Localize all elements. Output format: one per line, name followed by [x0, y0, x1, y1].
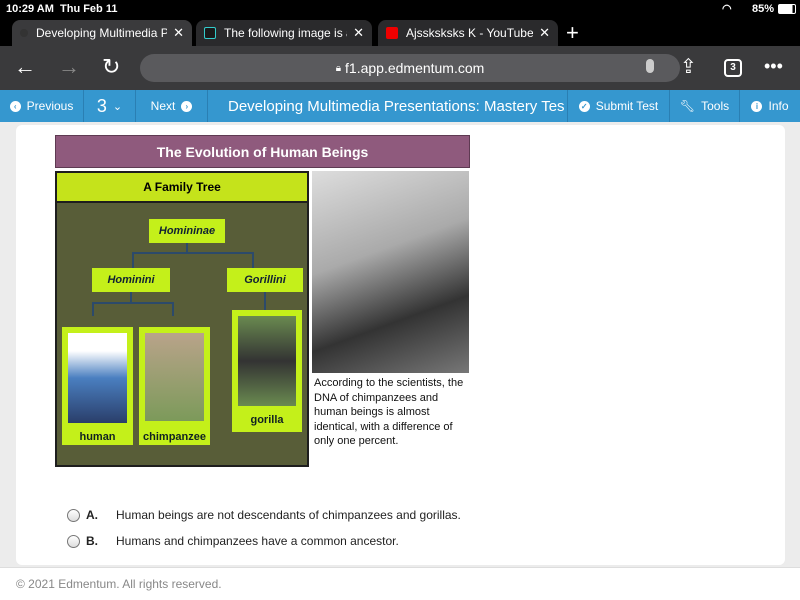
- tab-developing-multimedia[interactable]: Developing Multimedia Presentations: Mas…: [12, 20, 192, 46]
- edmentum-favicon-icon: [20, 29, 28, 37]
- family-tree-title: A Family Tree: [57, 173, 307, 203]
- status-time: 10:29 AM: [6, 3, 54, 15]
- family-tree: A Family Tree Homininae Hominini Gorilli…: [55, 171, 309, 467]
- url-text: f1.app.edmentum.com: [345, 60, 485, 76]
- forward-arrow-icon[interactable]: →: [58, 54, 80, 80]
- next-label: Next: [150, 99, 176, 113]
- question-number: 3: [96, 95, 107, 116]
- leaf-human: human: [62, 327, 133, 445]
- back-arrow-icon[interactable]: ←: [14, 54, 36, 80]
- info-button[interactable]: i Info: [740, 90, 800, 122]
- tools-label: Tools: [701, 99, 730, 113]
- tab-label: The following image is a: [224, 26, 348, 40]
- leaf-label: human: [79, 431, 116, 443]
- youtube-favicon-icon: [386, 27, 398, 39]
- tab-following-image[interactable]: The following image is a ✕: [196, 20, 372, 46]
- share-icon[interactable]: ⇪: [680, 54, 697, 79]
- wifi-icon: ◠: [722, 3, 732, 15]
- close-tab-icon[interactable]: ✕: [539, 25, 550, 41]
- radio-button[interactable]: [67, 534, 80, 548]
- chevron-left-icon: ‹: [9, 100, 21, 112]
- test-title-text: Developing Multimedia Presentations: Mas…: [228, 97, 565, 115]
- radio-button[interactable]: [67, 508, 80, 522]
- leaf-gorilla: gorilla: [232, 310, 302, 432]
- check-circle-icon: ✓: [578, 100, 590, 112]
- lock-icon: 🔒︎: [335, 62, 342, 74]
- node-hominini: Hominini: [92, 268, 170, 292]
- leaf-label: chimpanzee: [143, 431, 206, 443]
- option-letter: A.: [86, 508, 98, 522]
- option-a[interactable]: A. Human beings are not descendants of ch…: [67, 508, 461, 522]
- more-menu-icon[interactable]: •••: [764, 56, 783, 77]
- gorilla-image: [238, 316, 296, 406]
- submit-test-button[interactable]: ✓ Submit Test: [568, 90, 670, 122]
- close-tab-icon[interactable]: ✕: [353, 25, 364, 41]
- browser-toolbar: ← → ↻ 🔒︎ f1.app.edmentum.com ⇪ 3 •••: [0, 46, 800, 90]
- woman-and-chimpanzee-photo: [312, 171, 469, 373]
- human-image: [68, 333, 127, 423]
- option-b[interactable]: B. Humans and chimpanzees have a common a…: [67, 534, 399, 548]
- option-text: Humans and chimpanzees have a common anc…: [116, 534, 399, 548]
- test-nav-bar: ‹ Previous 3 ⌄ Next › Developing Multimedia…: [0, 90, 800, 122]
- question-select[interactable]: 3 ⌄: [84, 90, 136, 122]
- tools-button[interactable]: 🔧︎ Tools: [670, 90, 740, 122]
- reload-icon[interactable]: ↻: [102, 54, 120, 80]
- previous-label: Previous: [26, 99, 74, 113]
- close-tab-icon[interactable]: ✕: [173, 25, 184, 41]
- tab-label: Ajssksksks K - YouTube: [406, 26, 534, 40]
- chevron-right-icon: ›: [181, 100, 193, 112]
- submit-label: Submit Test: [595, 99, 659, 113]
- info-icon: i: [751, 100, 763, 112]
- copyright-text: © 2021 Edmentum. All rights reserved.: [16, 577, 222, 591]
- leaf-chimpanzee: chimpanzee: [139, 327, 210, 445]
- info-label: Info: [768, 99, 789, 113]
- microphone-icon[interactable]: [646, 59, 654, 73]
- new-tab-button[interactable]: +: [566, 20, 579, 46]
- node-gorillini: Gorillini: [227, 268, 303, 292]
- status-date: Thu Feb 11: [60, 3, 118, 15]
- node-homininae: Homininae: [149, 219, 225, 243]
- figure-caption: According to the scientists, the DNA of …: [314, 377, 464, 447]
- next-button[interactable]: Next ›: [136, 90, 208, 122]
- footer: © 2021 Edmentum. All rights reserved.: [0, 567, 800, 600]
- brainly-favicon-icon: [204, 27, 216, 39]
- tab-label: Developing Multimedia Presentations: Mas…: [36, 26, 168, 40]
- figure-title: The Evolution of Human Beings: [55, 135, 470, 168]
- tab-bar: Developing Multimedia Presentations: Mas…: [0, 18, 800, 46]
- wrench-icon: 🔧︎: [679, 99, 696, 113]
- chevron-down-icon: ⌄: [112, 100, 123, 113]
- address-bar[interactable]: 🔒︎ f1.app.edmentum.com: [140, 54, 680, 82]
- option-text: Human beings are not descendants of chim…: [116, 508, 461, 522]
- battery-percent: 85%: [752, 3, 775, 15]
- tab-count-button[interactable]: 3: [724, 59, 742, 77]
- battery-icon: [778, 4, 796, 14]
- leaf-label: gorilla: [250, 414, 284, 426]
- status-bar: 10:29 AM Thu Feb 11 ◠ 85%: [0, 0, 800, 18]
- tab-youtube[interactable]: Ajssksksks K - YouTube ✕: [378, 20, 558, 46]
- option-letter: B.: [86, 534, 98, 548]
- chimpanzee-image: [145, 333, 204, 421]
- test-title: Developing Multimedia Presentations: Mas…: [208, 90, 568, 122]
- previous-button[interactable]: ‹ Previous: [0, 90, 84, 122]
